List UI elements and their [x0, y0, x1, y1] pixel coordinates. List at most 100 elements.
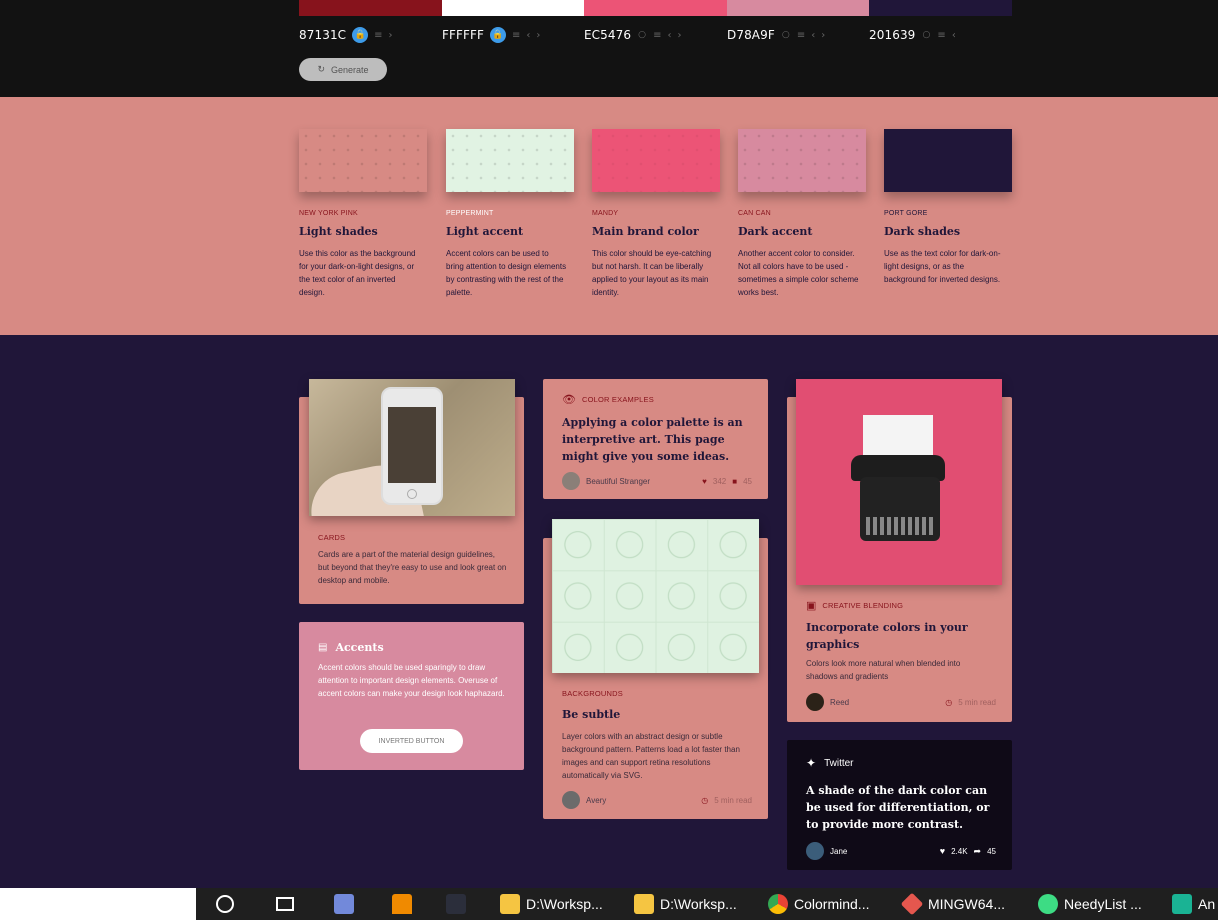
chevron-left-icon[interactable]: ‹ [952, 30, 956, 41]
chevron-right-icon[interactable]: › [678, 30, 682, 41]
shade-name: NEW YORK PINK [299, 210, 358, 217]
comment-icon[interactable]: ■ [732, 477, 737, 486]
swatch-1[interactable] [299, 0, 442, 16]
shade-name: CAN CAN [738, 210, 771, 217]
chevron-left-icon[interactable]: ‹ [811, 30, 815, 41]
shade-title: Light shades [299, 225, 378, 238]
shade-desc: Another accent color to consider. Not al… [738, 249, 859, 297]
shade-tile[interactable] [299, 129, 427, 192]
generate-button[interactable]: ↻ Generate [299, 58, 387, 81]
taskbar-label: An [1198, 896, 1216, 912]
hex-code[interactable]: 201639 [869, 28, 915, 42]
pattern-image [552, 519, 759, 673]
adjust-icon[interactable]: ≡ [512, 30, 520, 41]
blend-label: CREATIVE BLENDING [822, 601, 904, 610]
twitter-label: Twitter [824, 757, 854, 769]
unlock-icon[interactable]: ○ [781, 27, 791, 43]
author-name[interactable]: Beautiful Stranger [586, 475, 650, 488]
bg-title: Be subtle [562, 708, 621, 721]
shade-tile[interactable] [446, 129, 574, 192]
electron-icon[interactable] [446, 888, 466, 920]
read-time: 5 min read [714, 795, 752, 805]
shade-desc: Use as the text color for dark-on-light … [884, 249, 1001, 284]
git-icon [900, 892, 924, 916]
folder-icon [500, 894, 520, 914]
chevron-right-icon[interactable]: › [536, 30, 540, 41]
chevron-left-icon[interactable]: ‹ [526, 30, 530, 41]
app-icon [1038, 894, 1058, 914]
comments-count: 45 [743, 476, 752, 486]
card-desc: Cards are a part of the material design … [318, 550, 507, 585]
blend-desc: Colors look more natural when blended in… [806, 659, 961, 681]
taskbar-item[interactable]: D:\Worksp... [500, 888, 603, 920]
twitter-icon: ✦ [806, 756, 817, 770]
accents-desc: Accent colors should be used sparingly t… [318, 663, 505, 698]
chevron-left-icon[interactable]: ‹ [668, 30, 672, 41]
taskbar-item[interactable]: MINGW64... [900, 888, 1005, 920]
avatar[interactable] [806, 693, 824, 711]
discord-icon[interactable] [334, 888, 354, 920]
chevron-right-icon[interactable]: › [821, 30, 825, 41]
shade-tile[interactable] [592, 129, 720, 192]
heart-icon[interactable]: ♥ [940, 846, 945, 856]
lock-icon[interactable]: 🔒 [352, 27, 369, 43]
author-name[interactable]: Reed [830, 696, 849, 709]
author-name[interactable]: Avery [586, 794, 606, 807]
accents-card: ▤ Accents Accent colors should be used s… [299, 622, 524, 770]
unlock-icon[interactable]: ○ [921, 27, 931, 43]
shade-title: Dark shades [884, 225, 961, 238]
shade-card-main: MANDY Main brand color This color should… [592, 129, 720, 299]
shares-count: 45 [987, 846, 996, 856]
palette-bar: 87131C 🔒 ≡ › FFFFFF 🔒 ≡ ‹ › EC5476 ○ ≡ ‹… [0, 0, 1218, 97]
adjust-icon[interactable]: ≡ [374, 30, 382, 41]
swatch-2-controls: FFFFFF 🔒 ≡ ‹ › [442, 27, 540, 43]
image-icon: ▣ [806, 600, 817, 612]
cortana-icon[interactable] [216, 888, 234, 920]
task-view-icon[interactable] [276, 888, 294, 920]
lock-icon[interactable]: 🔒 [490, 27, 507, 43]
clock-icon: ◷ [701, 795, 709, 805]
shade-desc: This color should be eye-catching but no… [592, 249, 712, 297]
taskbar-item[interactable]: An [1172, 888, 1215, 920]
shade-tile[interactable] [884, 129, 1012, 192]
swatch-4-controls: D78A9F ○ ≡ ‹ › [727, 27, 825, 43]
swatch-5[interactable] [869, 0, 1012, 16]
tweet-text: A shade of the dark color can be used fo… [806, 784, 990, 831]
swatch-4[interactable] [727, 0, 869, 16]
adjust-icon[interactable]: ≡ [797, 30, 805, 41]
avatar[interactable] [806, 842, 824, 860]
shade-desc: Use this color as the background for you… [299, 249, 416, 297]
unlock-icon[interactable]: ○ [637, 27, 647, 43]
shade-tile[interactable] [738, 129, 866, 192]
hex-code[interactable]: 87131C [299, 28, 346, 42]
avatar[interactable] [562, 472, 580, 490]
taskbar-item[interactable]: NeedyList ... [1038, 888, 1142, 920]
adjust-icon[interactable]: ≡ [653, 30, 661, 41]
taskbar-item[interactable]: Colormind... [768, 888, 869, 920]
avatar[interactable] [562, 791, 580, 809]
hex-code[interactable]: D78A9F [727, 28, 775, 42]
author-name[interactable]: Jane [830, 845, 847, 858]
inverted-button[interactable]: INVERTED BUTTON [360, 729, 463, 753]
swatch-2[interactable] [442, 0, 584, 16]
share-icon[interactable]: ➦ [974, 846, 982, 857]
shade-title: Light accent [446, 225, 524, 238]
heart-icon[interactable]: ♥ [702, 477, 707, 486]
hex-code[interactable]: FFFFFF [442, 28, 484, 42]
taskbar-item[interactable]: D:\Worksp... [634, 888, 737, 920]
app-icon [1172, 894, 1192, 914]
taskbar: D:\Worksp... D:\Worksp... Colormind... M… [0, 888, 1218, 920]
taskbar-label: D:\Worksp... [660, 896, 737, 912]
shade-desc: Accent colors can be used to bring atten… [446, 249, 567, 297]
eye-icon: 👁 [562, 394, 576, 406]
adjust-icon[interactable]: ≡ [937, 30, 945, 41]
examples-label: COLOR EXAMPLES [581, 395, 654, 404]
search-box[interactable] [0, 888, 196, 920]
chevron-right-icon[interactable]: › [389, 30, 393, 41]
swatch-1-controls: 87131C 🔒 ≡ › [299, 27, 393, 43]
hex-code[interactable]: EC5476 [584, 28, 631, 42]
vlc-icon[interactable] [392, 888, 412, 920]
folder-icon [634, 894, 654, 914]
card-icon: ▤ [318, 642, 328, 653]
swatch-3[interactable] [584, 0, 727, 16]
